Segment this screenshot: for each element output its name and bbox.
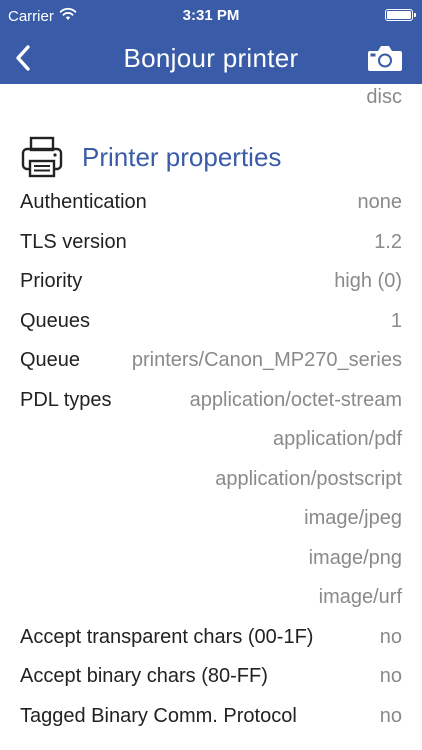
status-bar: Carrier 3:31 PM [0,0,422,32]
navigation-bar: Bonjour printer [0,32,422,84]
top-value: disc [366,86,402,108]
property-row-priority: Priority high (0) [20,270,402,300]
chevron-left-icon [16,45,30,71]
property-row-authentication: Authentication none [20,191,402,221]
property-value: high (0) [334,270,402,292]
camera-button[interactable] [366,41,404,75]
property-label: Accept binary chars (80-FF) [20,665,268,687]
property-value: no [379,626,402,648]
property-label: Priority [20,270,83,292]
property-value: image/jpeg [304,507,402,529]
property-row-queue: Queue printers/Canon_MP270_series [20,349,402,379]
property-row-tls-version: TLS version 1.2 [20,231,402,261]
content-area[interactable]: disc Printer properties Authentication n… [0,84,422,750]
property-label: Tagged Binary Comm. Protocol [20,705,297,727]
camera-icon [368,46,402,71]
battery-fill [387,11,411,19]
battery-icon [385,9,416,21]
property-row-queues: Queues 1 [20,310,402,340]
property-value: image/png [308,547,402,569]
status-time: 3:31 PM [182,7,240,24]
property-label: Queue [20,349,81,371]
property-row-pdl-type: application/postscript [20,468,402,498]
back-button[interactable] [8,41,38,75]
property-value: application/octet-stream [189,389,402,411]
property-value: 1.2 [374,231,402,253]
property-row-pdl-types: PDL types application/octet-stream [20,389,402,419]
property-label: Queues [20,310,91,332]
property-label: Authentication [20,191,147,213]
property-label: PDL types [20,389,112,411]
property-label: Accept transparent chars (00-1F) [20,626,314,648]
property-value: image/urf [318,586,402,608]
section-title: Printer properties [82,141,282,172]
property-row-accept-transparent-chars: Accept transparent chars (00-1F) no [20,626,402,656]
property-row-pdl-type: image/urf [20,586,402,616]
property-value: none [357,191,403,213]
property-row-accept-binary-chars: Accept binary chars (80-FF) no [20,665,402,695]
property-value: application/postscript [215,468,402,490]
property-value: application/pdf [273,428,402,450]
property-row-pdl-type: image/jpeg [20,507,402,537]
section-header: Printer properties [20,134,281,180]
property-label: TLS version [20,231,127,253]
property-row-pdl-type: image/png [20,547,402,577]
property-row-tagged-binary-protocol: Tagged Binary Comm. Protocol no [20,705,402,735]
property-value: no [379,665,402,687]
property-value: no [379,705,402,727]
printer-icon [21,136,63,178]
page-title: Bonjour printer [123,43,299,73]
property-value: 1 [390,310,402,332]
property-row-pdl-type: application/pdf [20,428,402,458]
screen: Carrier 3:31 PM Bonjour printer disc Pri… [0,0,422,750]
property-value: printers/Canon_MP270_series [131,349,402,371]
